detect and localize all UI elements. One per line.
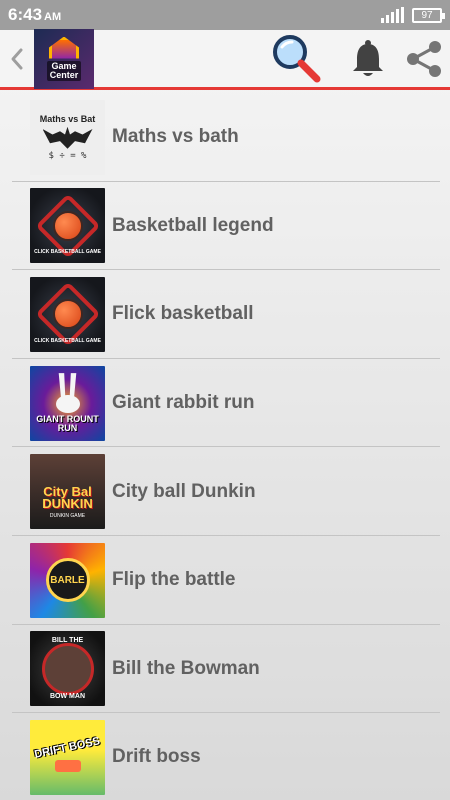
emblem-icon: BARLE bbox=[45, 558, 90, 603]
thumbnail-caption: CLICK BASKETBALL GAME bbox=[34, 337, 101, 344]
thumbnail-extra: BOW MAN bbox=[50, 693, 85, 701]
game-list: Maths vs Bat $ ÷ = % Maths vs bath CLICK… bbox=[0, 93, 450, 800]
app-header: Game Center bbox=[0, 28, 450, 90]
thumbnail-extra: DUNKIN GAME bbox=[49, 513, 86, 520]
list-item-flick-basketball[interactable]: CLICK BASKETBALL GAME Flick basketball bbox=[0, 270, 450, 359]
share-button[interactable] bbox=[398, 29, 450, 89]
game-thumbnail: GIANT ROUNT RUN bbox=[30, 365, 105, 441]
game-thumbnail: BILL THE BOW MAN bbox=[30, 631, 105, 707]
thumbnail-caption: DRIFT BOSS bbox=[33, 735, 102, 761]
battery-icon: 97 bbox=[412, 7, 445, 23]
list-item-basketball-legend[interactable]: CLICK BASKETBALL GAME Basketball legend bbox=[0, 182, 450, 271]
thumbnail-caption: CLICK BASKETBALL GAME bbox=[34, 249, 101, 256]
notifications-button[interactable] bbox=[342, 29, 394, 89]
search-button[interactable] bbox=[266, 29, 326, 89]
back-arrow-icon bbox=[11, 48, 23, 69]
thumbnail-caption: GIANT ROUNT RUN bbox=[36, 414, 99, 434]
logo-text-line2: Center bbox=[49, 69, 79, 80]
thumbnail-caption: City Bal DUNKIN bbox=[42, 484, 93, 512]
list-item-drift-boss[interactable]: DRIFT BOSS Drift boss bbox=[0, 713, 450, 800]
app-logo: Game Center bbox=[34, 28, 94, 89]
status-time: 6:43 AM bbox=[8, 5, 61, 25]
game-title: Maths vs bath bbox=[112, 126, 239, 148]
thumbnail-caption: Maths vs Bat bbox=[39, 113, 96, 124]
game-title: Flick basketball bbox=[112, 303, 254, 325]
signal-icon bbox=[381, 7, 404, 23]
list-item-flip-the-battle[interactable]: BARLE Flip the battle bbox=[0, 536, 450, 625]
house-logo-icon bbox=[49, 36, 79, 59]
thumbnail-caption: BILL THE bbox=[51, 637, 84, 645]
bat-icon bbox=[42, 126, 93, 149]
rabbit-head-icon bbox=[55, 395, 80, 414]
game-title: Basketball legend bbox=[112, 214, 274, 236]
game-title: Drift boss bbox=[112, 746, 201, 768]
clock-ampm: AM bbox=[44, 11, 62, 23]
back-button[interactable] bbox=[0, 29, 34, 89]
basketball-icon bbox=[52, 299, 83, 330]
status-bar: 6:43 AM 97 bbox=[0, 0, 450, 30]
list-item-bill-the-bowman[interactable]: BILL THE BOW MAN Bill the Bowman bbox=[0, 625, 450, 714]
status-icons: 97 bbox=[381, 7, 445, 23]
list-item-maths-vs-bath[interactable]: Maths vs Bat $ ÷ = % Maths vs bath bbox=[0, 93, 450, 182]
basketball-icon bbox=[52, 210, 83, 241]
game-thumbnail: DRIFT BOSS bbox=[30, 719, 105, 795]
game-title: Flip the battle bbox=[112, 569, 236, 591]
rabbit-ears-icon bbox=[58, 373, 77, 398]
header-actions bbox=[266, 29, 450, 89]
game-title: Giant rabbit run bbox=[112, 392, 255, 414]
bell-icon bbox=[353, 39, 383, 76]
share-icon bbox=[407, 40, 441, 77]
game-thumbnail: BARLE bbox=[30, 542, 105, 618]
car-icon bbox=[54, 759, 81, 772]
game-title: Bill the Bowman bbox=[112, 657, 260, 679]
archer-emblem-icon bbox=[41, 642, 94, 695]
logo-text: Game Center bbox=[46, 60, 82, 81]
game-thumbnail: City Bal DUNKIN DUNKIN GAME bbox=[30, 454, 105, 530]
thumbnail-extra: $ ÷ = % bbox=[48, 150, 87, 161]
list-item-city-ball-dunkin[interactable]: City Bal DUNKIN DUNKIN GAME City ball Du… bbox=[0, 447, 450, 536]
search-icon bbox=[273, 34, 321, 82]
game-thumbnail: Maths vs Bat $ ÷ = % bbox=[30, 99, 105, 175]
game-title: City ball Dunkin bbox=[112, 480, 256, 502]
game-thumbnail: CLICK BASKETBALL GAME bbox=[30, 188, 105, 264]
list-item-giant-rabbit-run[interactable]: GIANT ROUNT RUN Giant rabbit run bbox=[0, 359, 450, 448]
clock-time: 6:43 bbox=[8, 5, 43, 24]
game-thumbnail: CLICK BASKETBALL GAME bbox=[30, 276, 105, 352]
thumbnail-caption: BARLE bbox=[50, 574, 85, 586]
battery-level: 97 bbox=[421, 9, 433, 21]
